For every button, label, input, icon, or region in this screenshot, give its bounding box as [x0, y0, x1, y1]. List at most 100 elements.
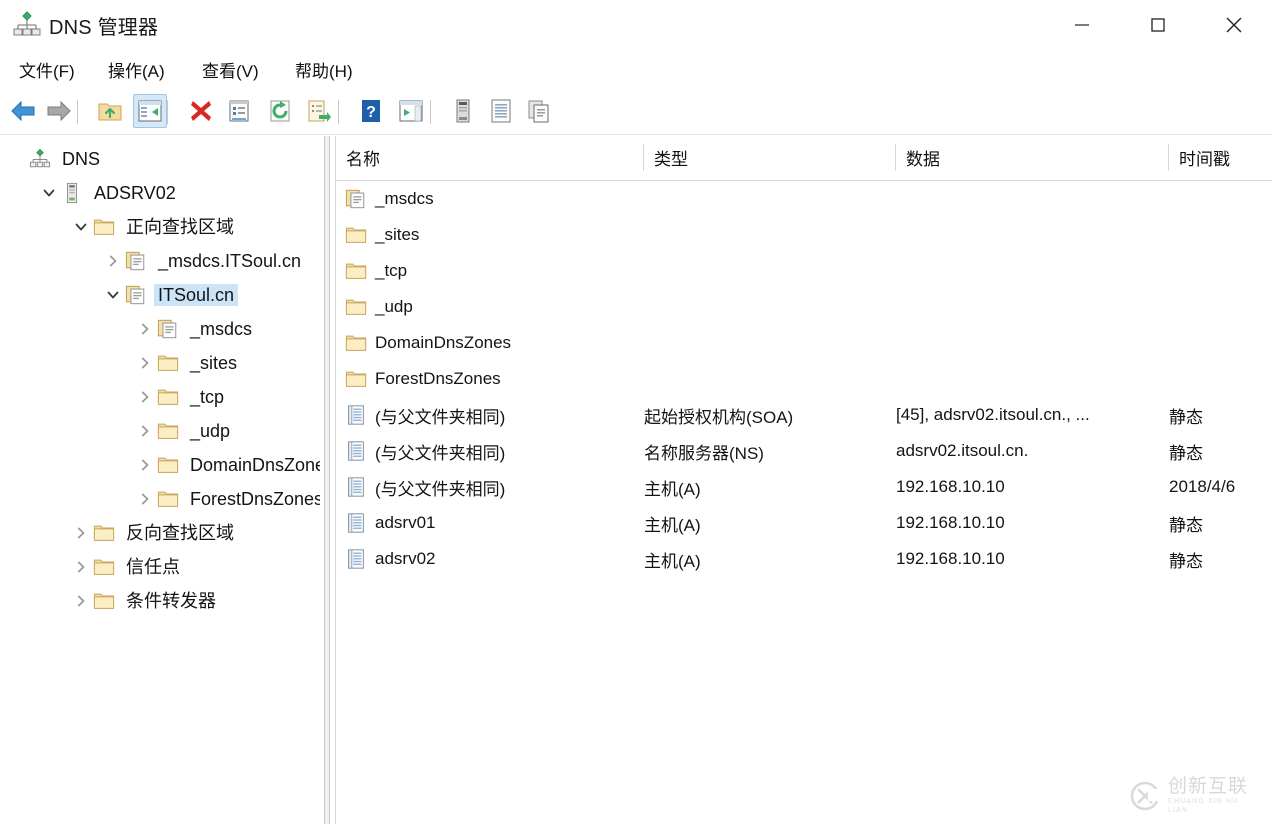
- svg-text:?: ?: [366, 104, 376, 121]
- chevron-right-icon[interactable]: [134, 414, 156, 448]
- tree-item-ForestDnsZones[interactable]: ForestDnsZones: [0, 482, 320, 516]
- folder-icon: [156, 453, 180, 477]
- table-row[interactable]: ForestDnsZones: [336, 361, 1272, 397]
- tree-item-label: _sites: [190, 353, 238, 373]
- action-pane-icon[interactable]: [394, 94, 428, 128]
- help-icon[interactable]: ?: [354, 94, 388, 128]
- tree-item-_udp[interactable]: _udp: [0, 414, 320, 448]
- chevron-right-icon[interactable]: [134, 482, 156, 516]
- chevron-right-icon[interactable]: [134, 380, 156, 414]
- tree-item-label: ForestDnsZones: [190, 489, 320, 509]
- record-icon: [344, 475, 368, 499]
- tree-item-_sites[interactable]: _sites: [0, 346, 320, 380]
- cell-name: (与父文件夹相同): [344, 469, 652, 505]
- cell-text: [45], adsrv02.itsoul.cn., ...: [896, 405, 1090, 424]
- list-view-icon[interactable]: [484, 94, 518, 128]
- cell-text: adsrv02.itsoul.cn.: [896, 441, 1029, 460]
- refresh-icon[interactable]: [263, 94, 297, 128]
- cell-type: 起始授权机构(SOA): [644, 397, 896, 433]
- folder-icon: [344, 367, 368, 391]
- cell-type: [644, 361, 896, 397]
- cell-text: 主机(A): [644, 515, 701, 535]
- console-tree: DNS ADSRV02 正向查找区域 _msdcs.ITSoul.cn ITSoul.c…: [0, 136, 320, 618]
- cx-logo-icon: [1128, 779, 1162, 813]
- server-icon[interactable]: [446, 94, 480, 128]
- watermark-en: CHUANG XIN HU LIAN: [1168, 798, 1239, 814]
- cell-text: (与父文件夹相同): [375, 407, 506, 427]
- column-header-数据[interactable]: 数据: [896, 136, 1169, 179]
- cell-type: 主机(A): [644, 505, 896, 541]
- watermark-cn: 创新互联: [1168, 776, 1249, 797]
- toolbar-separator: [338, 100, 339, 124]
- back-icon[interactable]: [6, 94, 40, 128]
- tree-item-信任点[interactable]: 信任点: [0, 550, 320, 584]
- tree-item-label: 条件转发器: [126, 591, 216, 611]
- tree-item-_msdcs.ITSoul.cn[interactable]: _msdcs.ITSoul.cn: [0, 244, 320, 278]
- record-icon: [344, 403, 368, 427]
- chevron-right-icon[interactable]: [70, 550, 92, 584]
- up-folder-icon[interactable]: [93, 94, 127, 128]
- chevron-down-icon[interactable]: [38, 176, 60, 210]
- table-row[interactable]: (与父文件夹相同) 主机(A) 192.168.10.10 2018/4/6: [336, 469, 1272, 505]
- folder-icon: [344, 259, 368, 283]
- table-row[interactable]: adsrv01 主机(A) 192.168.10.10 静态: [336, 505, 1272, 541]
- table-row[interactable]: _sites: [336, 217, 1272, 253]
- export-list-icon[interactable]: [302, 94, 336, 128]
- cell-data: [896, 181, 1169, 217]
- tree-item-_tcp[interactable]: _tcp: [0, 380, 320, 414]
- table-row[interactable]: DomainDnsZones: [336, 325, 1272, 361]
- copy-icon[interactable]: [522, 94, 556, 128]
- tree-pane: DNS ADSRV02 正向查找区域 _msdcs.ITSoul.cn ITSoul.c…: [0, 136, 320, 824]
- pane-splitter[interactable]: [320, 136, 334, 824]
- menu-action[interactable]: 操作(A): [103, 52, 170, 86]
- table-row[interactable]: adsrv02 主机(A) 192.168.10.10 静态: [336, 541, 1272, 577]
- chevron-right-icon[interactable]: [102, 244, 124, 278]
- folder-icon: [156, 385, 180, 409]
- table-row[interactable]: (与父文件夹相同) 起始授权机构(SOA) [45], adsrv02.itsoul…: [336, 397, 1272, 433]
- folder-icon: [344, 331, 368, 355]
- tree-item-DomainDnsZones[interactable]: DomainDnsZones: [0, 448, 320, 482]
- delete-icon[interactable]: [184, 94, 218, 128]
- show-hide-tree-icon[interactable]: [133, 94, 167, 128]
- chevron-down-icon[interactable]: [70, 210, 92, 244]
- cell-timestamp: [1169, 289, 1272, 325]
- close-button[interactable]: [1196, 0, 1272, 50]
- cell-type: [644, 181, 896, 217]
- tree-item-正向查找区域[interactable]: 正向查找区域: [0, 210, 320, 244]
- table-row[interactable]: _tcp: [336, 253, 1272, 289]
- tree-item-label: ITSoul.cn: [154, 284, 239, 306]
- cell-type: [644, 217, 896, 253]
- column-header-名称[interactable]: 名称: [336, 136, 644, 179]
- folder-icon: [92, 589, 116, 613]
- chevron-right-icon[interactable]: [134, 448, 156, 482]
- column-header-时间戳[interactable]: 时间戳: [1169, 136, 1272, 179]
- chevron-right-icon[interactable]: [70, 584, 92, 618]
- column-header-类型[interactable]: 类型: [644, 136, 896, 179]
- menu-help[interactable]: 帮助(H): [290, 52, 358, 86]
- cell-name: adsrv01: [344, 505, 652, 541]
- table-row[interactable]: _udp: [336, 289, 1272, 325]
- chevron-right-icon[interactable]: [134, 346, 156, 380]
- tree-item-反向查找区域[interactable]: 反向查找区域: [0, 516, 320, 550]
- chevron-right-icon[interactable]: [134, 312, 156, 346]
- cell-timestamp: 静态: [1169, 433, 1272, 469]
- properties-icon[interactable]: [222, 94, 256, 128]
- cell-text: 192.168.10.10: [896, 513, 1005, 532]
- tree-item-ADSRV02[interactable]: ADSRV02: [0, 176, 320, 210]
- menu-file[interactable]: 文件(F): [14, 52, 80, 86]
- cell-timestamp: 2018/4/6: [1169, 469, 1272, 505]
- chevron-right-icon[interactable]: [70, 516, 92, 550]
- forward-icon[interactable]: [42, 94, 76, 128]
- maximize-button[interactable]: [1120, 0, 1196, 50]
- tree-item-条件转发器[interactable]: 条件转发器: [0, 584, 320, 618]
- tree-item-ITSoul.cn[interactable]: ITSoul.cn: [0, 278, 320, 312]
- cell-name: adsrv02: [344, 541, 652, 577]
- menu-view[interactable]: 查看(V): [197, 52, 264, 86]
- chevron-down-icon[interactable]: [102, 278, 124, 312]
- cell-text: 主机(A): [644, 479, 701, 499]
- table-row[interactable]: _msdcs: [336, 181, 1272, 217]
- table-row[interactable]: (与父文件夹相同) 名称服务器(NS) adsrv02.itsoul.cn. 静态: [336, 433, 1272, 469]
- tree-item-DNS[interactable]: DNS: [0, 142, 320, 176]
- minimize-button[interactable]: [1044, 0, 1120, 50]
- tree-item-_msdcs[interactable]: _msdcs: [0, 312, 320, 346]
